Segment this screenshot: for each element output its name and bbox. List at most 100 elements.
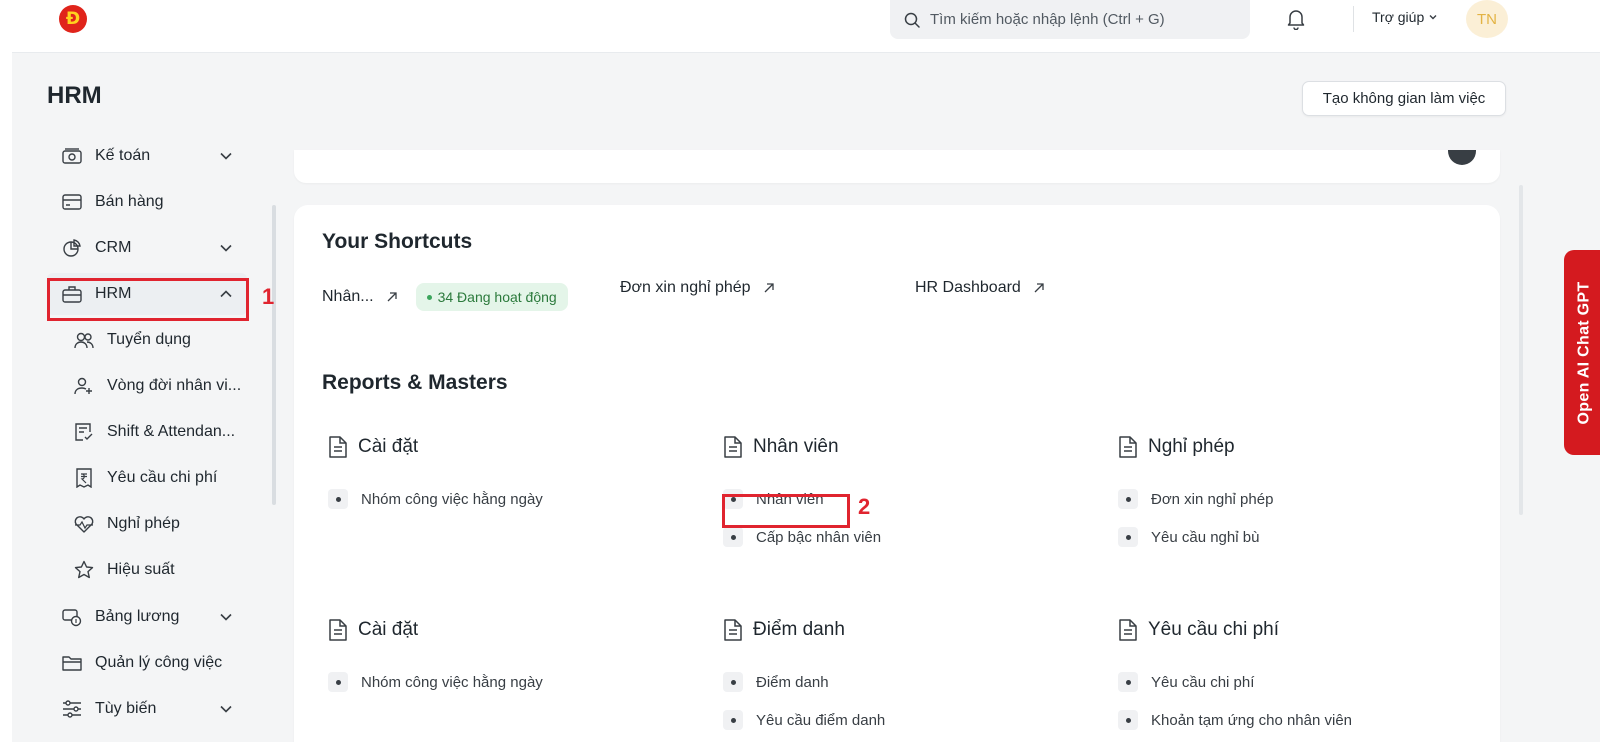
sidebar-item-label: Nghỉ phép <box>107 515 180 532</box>
report-link[interactable]: Cấp bậc nhân viên <box>723 527 881 547</box>
sidebar: Kế toán Bán hàng CRM HRM Tuyển dụng Vòng… <box>47 135 277 742</box>
sidebar-item-label: Yêu cầu chi phí <box>107 469 218 486</box>
report-link-label: Nhóm công việc hằng ngày <box>361 490 543 508</box>
shortcut-label: HR Dashboard <box>915 279 1021 296</box>
sidebar-item-employee-lifecycle[interactable]: Vòng đời nhân vi... <box>47 365 247 407</box>
left-gutter <box>0 0 12 742</box>
sidebar-item-leave[interactable]: Nghỉ phép <box>47 503 247 545</box>
sidebar-item-expense-claim[interactable]: Yêu cầu chi phí <box>47 457 247 499</box>
report-link[interactable]: Nhóm công việc hằng ngày <box>328 489 543 509</box>
projects-icon <box>62 656 82 671</box>
report-group-heading: Nhân viên <box>723 435 839 459</box>
sidebar-item-label: Quản lý công việc <box>95 654 223 671</box>
report-group-heading: Cài đặt <box>328 435 418 459</box>
customization-icon <box>63 700 81 718</box>
avatar[interactable]: TN <box>1466 0 1508 38</box>
payroll-icon <box>62 609 82 627</box>
report-group-title: Nghỉ phép <box>1148 436 1235 457</box>
search-icon <box>904 12 920 28</box>
report-link-label: Yêu cầu nghỉ bù <box>1151 528 1260 546</box>
shortcut-employee[interactable]: Nhân... 34 Đang hoạt động <box>322 283 568 311</box>
sidebar-item-performance[interactable]: Hiệu suất <box>47 549 247 591</box>
sidebar-item-label: Bảng lương <box>95 608 180 625</box>
step-marker-2: 2 <box>858 494 871 519</box>
report-group-title: Điểm danh <box>753 619 845 640</box>
page-title: HRM <box>47 82 102 109</box>
sidebar-item-payroll[interactable]: Bảng lương <box>47 596 247 638</box>
report-link[interactable]: Nhóm công việc hằng ngày <box>328 672 543 692</box>
create-workspace-button[interactable]: Tạo không gian làm việc <box>1302 81 1506 116</box>
sidebar-item-recruitment[interactable]: Tuyển dụng <box>47 319 247 361</box>
logo-glyph: Đ <box>65 9 81 29</box>
report-group-heading: Cài đặt <box>328 618 418 642</box>
sidebar-item-label: Kế toán <box>95 147 151 164</box>
arrow-up-right-icon <box>1034 283 1044 293</box>
sidebar-item-customization[interactable]: Tùy biến <box>47 688 247 730</box>
report-link-label: Điểm danh <box>756 673 829 691</box>
employee-lifecycle-icon <box>74 377 92 395</box>
sidebar-item-label: Shift & Attendan... <box>107 423 236 440</box>
recruitment-icon <box>74 332 94 349</box>
shortcut-label: Đơn xin nghỉ phép <box>620 279 751 296</box>
top-card-remnant <box>294 150 1500 183</box>
document-icon <box>724 619 742 641</box>
scroll-indicator-dot <box>1448 150 1476 165</box>
report-link[interactable]: Khoản tạm ứng cho nhân viên <box>1118 710 1352 730</box>
sales-icon <box>62 194 82 210</box>
report-link[interactable]: Yêu cầu điểm danh <box>723 710 885 730</box>
step-marker-1: 1 <box>262 284 275 309</box>
sidebar-item-crm[interactable]: CRM <box>47 227 247 269</box>
chevron-down-icon[interactable] <box>219 241 233 255</box>
shortcut-hr-dashboard[interactable]: HR Dashboard <box>915 279 1045 297</box>
shortcut-leave-application[interactable]: Đơn xin nghỉ phép <box>620 279 775 297</box>
document-icon <box>329 436 347 458</box>
search-bar[interactable]: Tìm kiếm hoặc nhập lệnh (Ctrl + G) <box>890 0 1250 39</box>
report-link[interactable]: Yêu cầu nghỉ bù <box>1118 527 1259 547</box>
report-group-title: Nhân viên <box>753 436 839 457</box>
reports-title: Reports & Masters <box>322 371 508 394</box>
sidebar-item-label: Bán hàng <box>95 193 164 210</box>
navbar-divider <box>1353 6 1354 32</box>
document-icon <box>1119 436 1137 458</box>
report-link[interactable]: Yêu cầu chi phí <box>1118 672 1254 692</box>
crm-icon <box>63 239 81 257</box>
status-badge: 34 Đang hoạt động <box>415 283 568 311</box>
report-link-label: Nhóm công việc hằng ngày <box>361 673 543 691</box>
arrow-up-right-icon <box>764 283 774 293</box>
app-logo[interactable]: Đ <box>59 5 87 33</box>
performance-icon <box>74 560 94 579</box>
help-label: Trợ giúp <box>1372 9 1425 25</box>
chevron-down-icon[interactable] <box>219 149 233 163</box>
sidebar-item-shift-attendance[interactable]: Shift & Attendan... <box>47 411 247 453</box>
chevron-down-icon[interactable] <box>219 702 233 716</box>
document-icon <box>329 619 347 641</box>
sidebar-item-projects[interactable]: Quản lý công việc <box>47 642 247 684</box>
chevron-down-icon <box>1429 15 1437 20</box>
sidebar-item-label: CRM <box>95 239 132 256</box>
report-link[interactable]: Đơn xin nghỉ phép <box>1118 489 1273 509</box>
chat-gpt-tab-label: Open AI Chat GPT <box>1575 281 1593 424</box>
search-placeholder: Tìm kiếm hoặc nhập lệnh (Ctrl + G) <box>930 11 1165 28</box>
report-link-label: Khoản tạm ứng cho nhân viên <box>1151 711 1353 729</box>
notification-bell-icon[interactable] <box>1286 8 1306 35</box>
report-link[interactable]: Điểm danh <box>723 672 829 692</box>
report-group-title: Yêu cầu chi phí <box>1148 619 1279 640</box>
sidebar-scrollbar[interactable] <box>272 205 276 505</box>
sidebar-item-accounting[interactable]: Kế toán <box>47 135 247 177</box>
sidebar-item-sales[interactable]: Bán hàng <box>47 181 247 223</box>
report-group-heading: Yêu cầu chi phí <box>1118 618 1279 642</box>
main-scrollbar[interactable] <box>1519 185 1523 515</box>
help-dropdown[interactable]: Trợ giúp <box>1372 9 1438 25</box>
chevron-down-icon[interactable] <box>219 610 233 624</box>
shortcuts-title: Your Shortcuts <box>322 230 473 253</box>
top-navbar: Đ Tìm kiếm hoặc nhập lệnh (Ctrl + G) Trợ… <box>12 0 1600 53</box>
status-badge-label: 34 Đang hoạt động <box>437 289 557 305</box>
report-group-title: Cài đặt <box>358 619 419 640</box>
workspace-card: Your Shortcuts Nhân... 34 Đang hoạt động… <box>294 205 1500 742</box>
document-icon <box>1119 619 1137 641</box>
open-chat-gpt-tab[interactable]: Open AI Chat GPT <box>1564 250 1600 455</box>
shortcut-label: Nhân... <box>322 288 374 305</box>
report-group-title: Cài đặt <box>358 436 419 457</box>
sidebar-item-label: Hiệu suất <box>107 561 175 578</box>
document-icon <box>724 436 742 458</box>
